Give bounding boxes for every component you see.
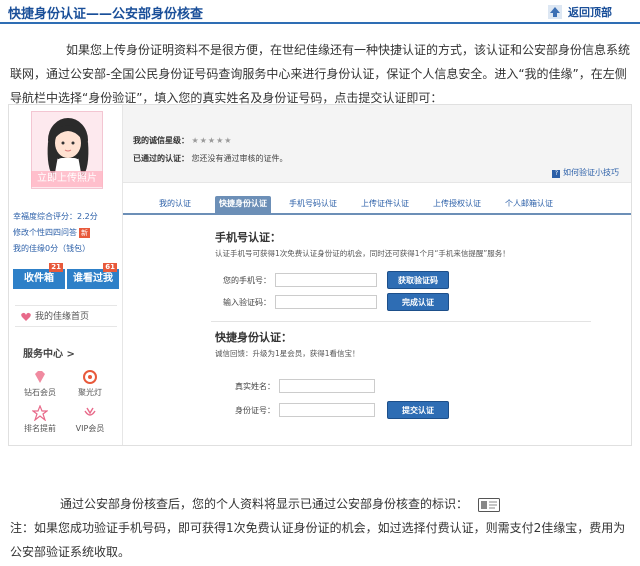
code-label: 输入验证码： xyxy=(223,298,271,307)
rank-icon xyxy=(32,405,48,421)
service-center-label: 服务中心 xyxy=(23,349,63,360)
inbox-label: 收件箱 xyxy=(24,273,54,284)
tab-my-cert[interactable]: 我的认证 xyxy=(155,196,195,214)
vip-icon xyxy=(84,407,96,416)
id-section-title: 快捷身份认证： xyxy=(215,331,292,344)
tab-quick-id[interactable]: 快捷身份认证 xyxy=(215,196,271,214)
service-label: 聚光灯 xyxy=(78,388,102,397)
score-text: 幸福度综合评分：2.2分 xyxy=(13,212,98,221)
heart-icon xyxy=(21,312,31,321)
question-icon: ? xyxy=(552,170,561,178)
get-code-button[interactable]: 获取验证码 xyxy=(387,271,449,289)
spotlight-icon xyxy=(83,370,97,384)
phone-section-desc: 认证手机号可获得1次免费认证身份证的机会，同时还可获得1个月“手机来信提醒”服务… xyxy=(215,249,510,258)
cert-tabs: 我的认证 快捷身份认证 手机号码认证 上传证件认证 上传授权认证 个人邮箱认证 xyxy=(123,193,631,215)
service-diamond[interactable]: 钻石会员 xyxy=(17,369,63,398)
service-rank[interactable]: 排名提前 xyxy=(17,405,63,434)
my-home-label: 我的佳缘首页 xyxy=(35,312,90,322)
page-title: 快捷身份认证——公安部身份核查 xyxy=(8,7,204,22)
tab-upload-id[interactable]: 上传证件认证 xyxy=(357,196,413,214)
credit-stars: ★★★★★ xyxy=(191,136,233,145)
diamond-icon xyxy=(35,371,45,383)
id-verified-badge-icon xyxy=(477,497,500,512)
chevron-right-icon: > xyxy=(66,349,75,360)
submit-id-button[interactable]: 提交认证 xyxy=(387,401,449,419)
section-divider xyxy=(211,321,591,322)
phone-label: 您的手机号： xyxy=(223,276,271,285)
after-paragraph: 通过公安部身份核查后，您的个人资料将显示已通过公安部身份核查的标识： xyxy=(10,492,632,516)
credit-label: 我的诚信星级： xyxy=(133,136,189,145)
passed-value: 您还没有通过审核的证件。 xyxy=(191,154,288,163)
who-viewed-button[interactable]: 谁看过我 61 xyxy=(67,263,119,289)
who-viewed-label: 谁看过我 xyxy=(73,273,113,284)
credit-info-box: 我的诚信星级： ★★★★★ 已通过的认证： 您还没有通过审核的证件。 ? 如何验… xyxy=(123,105,631,183)
service-label: 排名提前 xyxy=(24,424,56,433)
real-name-input[interactable] xyxy=(279,379,375,393)
tab-phone[interactable]: 手机号码认证 xyxy=(285,196,341,214)
edit-profile-label: 修改个性四四问答 xyxy=(13,228,77,237)
intro-paragraph: 如果您上传身份证明资料不是很方便，在世纪佳缘还有一种快捷认证的方式，该认证和公安… xyxy=(10,43,631,105)
id-section-desc: 诚信回馈：升级为1星会员，获得1看信宝！ xyxy=(215,349,360,358)
credit-rating-line: 我的诚信星级： ★★★★★ xyxy=(133,135,232,146)
service-label: VIP会员 xyxy=(75,424,105,433)
how-to-verify-label: 如何验证小技巧 xyxy=(563,168,619,177)
verification-screenshot: 立即上传照片 幸福度综合评分：2.2分 修改个性四四问答新 我的佳缘0分（钱包）… xyxy=(8,104,632,446)
arrow-up-icon xyxy=(548,5,562,19)
after-text: 通过公安部身份核查后，您的个人资料将显示已通过公安部身份核查的标识： xyxy=(60,497,469,511)
service-center-title[interactable]: 服务中心 > xyxy=(23,345,75,360)
inbox-count-badge: 21 xyxy=(49,263,63,272)
phone-section-title: 手机号认证： xyxy=(215,231,281,244)
edit-profile-link[interactable]: 修改个性四四问答新 xyxy=(13,227,90,238)
new-badge: 新 xyxy=(79,228,90,238)
how-to-verify-link[interactable]: ? 如何验证小技巧 xyxy=(552,167,619,178)
passed-label: 已通过的认证： xyxy=(133,154,189,163)
tab-email[interactable]: 个人邮箱认证 xyxy=(501,196,557,214)
back-to-top-label: 返回顶部 xyxy=(568,6,612,19)
id-number-input[interactable] xyxy=(279,403,375,417)
id-number-label: 身份证号： xyxy=(235,406,275,415)
main-panel: 我的诚信星级： ★★★★★ 已通过的认证： 您还没有通过审核的证件。 ? 如何验… xyxy=(123,105,631,445)
code-input[interactable] xyxy=(275,295,377,309)
my-home-link[interactable]: 我的佳缘首页 xyxy=(15,305,117,327)
back-to-top-link[interactable]: 返回顶部 xyxy=(548,4,612,20)
service-label: 钻石会员 xyxy=(24,388,56,397)
finish-phone-button[interactable]: 完成认证 xyxy=(387,293,449,311)
sidebar: 立即上传照片 幸福度综合评分：2.2分 修改个性四四问答新 我的佳缘0分（钱包）… xyxy=(9,105,123,445)
inbox-button[interactable]: 收件箱 21 xyxy=(13,263,65,289)
service-vip[interactable]: VIP会员 xyxy=(67,405,113,434)
my-coins-link[interactable]: 我的佳缘0分（钱包） xyxy=(13,243,90,254)
phone-input[interactable] xyxy=(275,273,377,287)
service-spotlight[interactable]: 聚光灯 xyxy=(67,369,113,398)
tab-upload-auth[interactable]: 上传授权认证 xyxy=(429,196,485,214)
upload-photo-caption[interactable]: 立即上传照片 xyxy=(31,171,103,187)
note-paragraph: 注：如果您成功验证手机号码，即可获得1次免费认证身份证的机会，如过选择付费认证，… xyxy=(10,521,626,559)
passed-cert-line: 已通过的认证： 您还没有通过审核的证件。 xyxy=(133,153,288,164)
page-header: 快捷身份认证——公安部身份核查 返回顶部 xyxy=(0,0,640,24)
viewed-count-badge: 61 xyxy=(103,263,117,272)
real-name-label: 真实姓名： xyxy=(235,382,275,391)
